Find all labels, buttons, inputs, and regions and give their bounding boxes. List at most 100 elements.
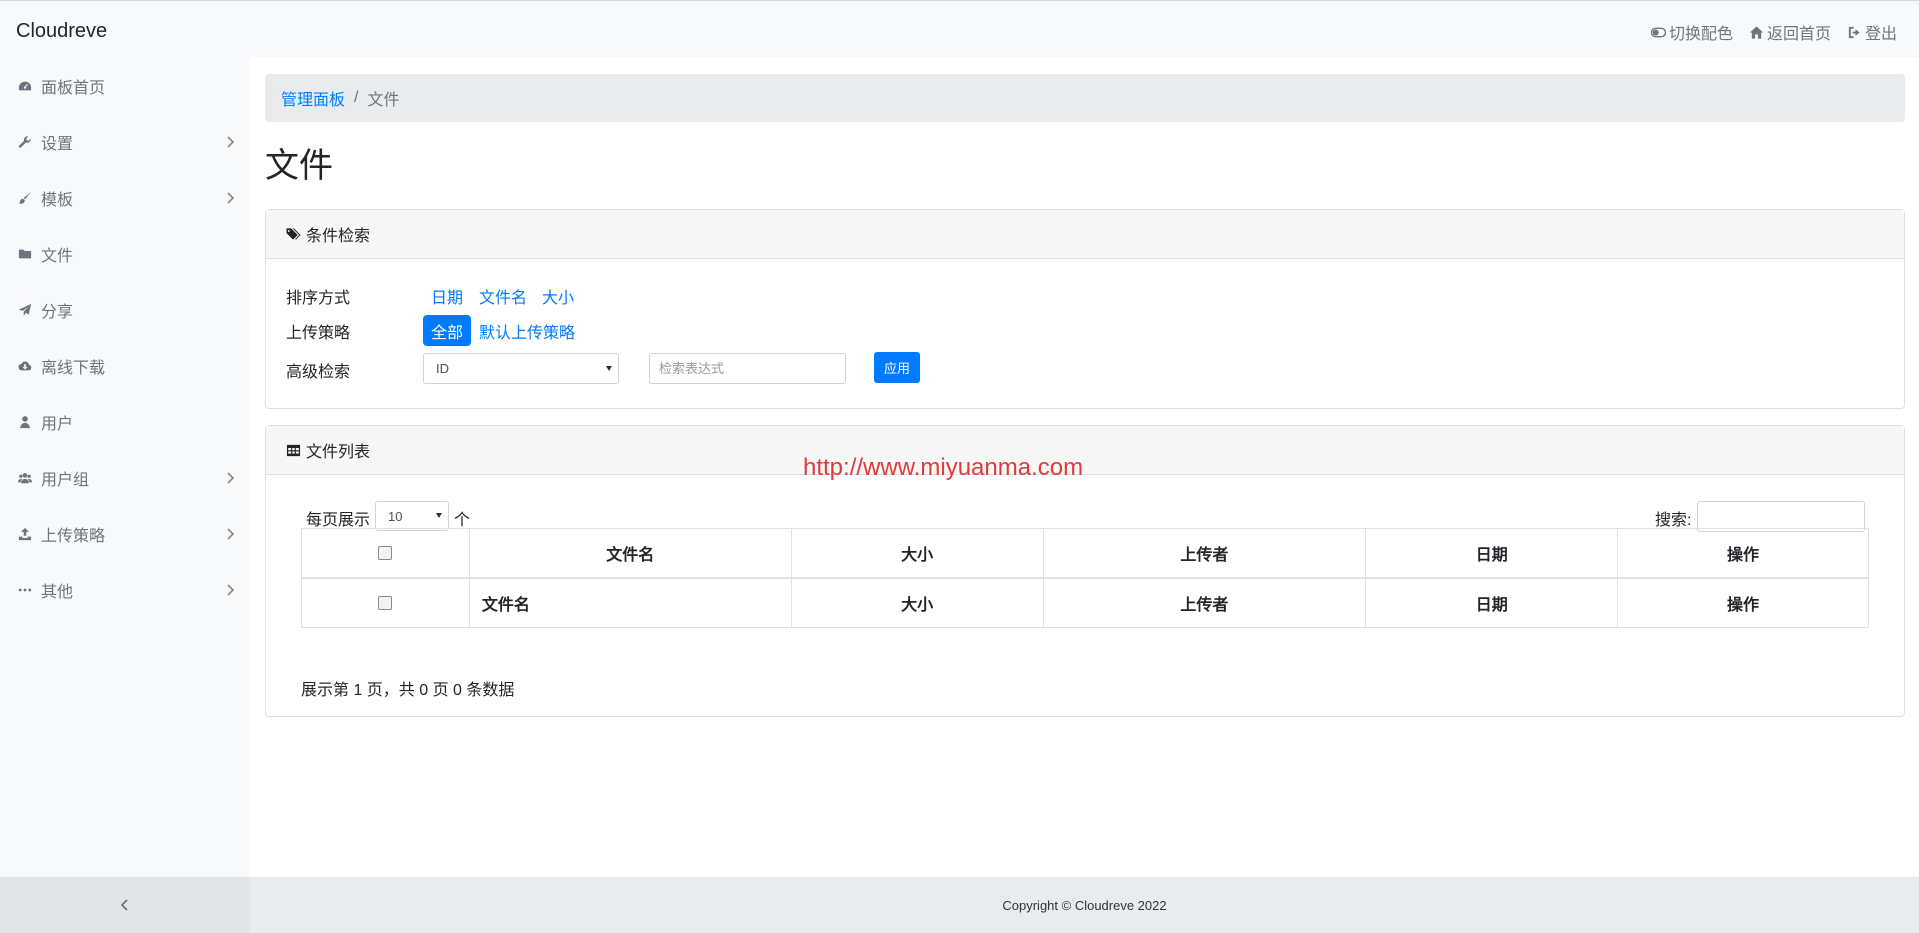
per-page-value: 10 <box>388 508 403 524</box>
column-header-date[interactable]: 日期 <box>1365 528 1619 579</box>
table-footer-row: 文件名 大小 上传者 日期 操作 <box>301 577 1869 628</box>
toggle-theme-link[interactable]: 切换配色 <box>1650 20 1733 44</box>
sidebar-item-label: 上传策略 <box>41 528 106 545</box>
chevron-right-icon <box>225 135 235 149</box>
filter-card-title: 条件检索 <box>306 228 371 245</box>
chevron-right-icon <box>225 527 235 541</box>
filter-card: 条件检索 排序方式 日期 文件名 大小 上传策略 全部 默认上传策略 高级检索 … <box>265 209 1905 409</box>
toggle-icon <box>1650 27 1666 37</box>
sidebar-item-label: 面板首页 <box>41 80 106 97</box>
sidebar-item-users[interactable]: 用户 <box>0 402 250 442</box>
dashboard-icon <box>18 79 36 93</box>
per-page-select[interactable]: 10 <box>375 501 449 531</box>
sidebar-item-label: 模板 <box>41 192 74 209</box>
search-label: 搜索: <box>1655 512 1692 529</box>
home-link[interactable]: 返回首页 <box>1749 20 1831 44</box>
sidebar-item-settings[interactable]: 设置 <box>0 122 250 162</box>
filter-card-header: 条件检索 <box>266 210 1904 259</box>
sidebar-item-label: 其他 <box>41 584 74 601</box>
sort-by-name-link[interactable]: 文件名 <box>479 284 527 308</box>
chevron-right-icon <box>225 471 235 485</box>
page-title: 文件 <box>265 147 333 185</box>
advanced-field-select[interactable]: ID <box>423 353 619 384</box>
cloud-download-icon <box>18 359 36 373</box>
pagination-summary: 展示第 1 页，共 0 页 0 条数据 <box>301 682 515 699</box>
file-table: 文件名 大小 上传者 日期 操作 文件名 大小 上传者 日期 操作 <box>301 528 1869 628</box>
logout-link[interactable]: 登出 <box>1847 20 1897 44</box>
sidebar-item-files[interactable]: 文件 <box>0 234 250 274</box>
sidebar-item-shares[interactable]: 分享 <box>0 290 250 330</box>
chevron-right-icon <box>225 191 235 205</box>
policy-all-button[interactable]: 全部 <box>423 315 471 346</box>
brand-logo[interactable]: Cloudreve <box>16 20 107 43</box>
file-list-card-title: 文件列表 <box>306 444 371 461</box>
policy-label: 上传策略 <box>286 325 351 342</box>
sidebar-item-label: 用户 <box>41 416 74 433</box>
dropdown-arrow-icon <box>606 365 612 371</box>
sidebar: 面板首页 设置 模板 文件 分享 离线下载 用户 用户组 上传策略 其他 <box>0 57 250 877</box>
column-footer-filename: 文件名 <box>468 577 792 628</box>
sidebar-item-label: 离线下载 <box>41 360 106 377</box>
tags-icon <box>286 227 301 240</box>
column-header-size[interactable]: 大小 <box>790 528 1044 579</box>
sidebar-item-user-groups[interactable]: 用户组 <box>0 458 250 498</box>
advanced-field-value: ID <box>436 361 449 376</box>
per-page-prefix: 每页展示 <box>306 512 371 529</box>
per-page-suffix: 个 <box>454 512 471 529</box>
logout-label: 登出 <box>1864 26 1897 43</box>
breadcrumb-separator: / <box>354 89 359 106</box>
dropdown-arrow-icon <box>436 513 442 518</box>
home-icon <box>1749 25 1764 39</box>
top-navbar: Cloudreve 切换配色 返回首页 登出 <box>0 0 1919 57</box>
apply-button[interactable]: 应用 <box>874 352 920 383</box>
upload-icon <box>18 527 36 541</box>
user-icon <box>18 415 36 429</box>
sidebar-collapse-button[interactable] <box>0 877 250 933</box>
select-all-checkbox[interactable] <box>378 545 393 560</box>
chevron-left-icon <box>120 899 128 911</box>
sidebar-item-offline-download[interactable]: 离线下载 <box>0 346 250 386</box>
users-icon <box>18 471 36 485</box>
breadcrumb: 管理面板 / 文件 <box>265 74 1905 122</box>
sidebar-item-label: 文件 <box>41 248 74 265</box>
page-footer: Copyright © Cloudreve 2022 <box>250 877 1919 933</box>
sign-out-icon <box>1848 26 1860 38</box>
column-footer-uploader: 上传者 <box>1042 577 1367 628</box>
sort-label: 排序方式 <box>286 290 351 307</box>
search-expression-input[interactable] <box>649 353 846 384</box>
chevron-right-icon <box>225 583 235 597</box>
column-footer-date: 日期 <box>1365 577 1619 628</box>
wrench-icon <box>18 135 36 149</box>
watermark-text: http://www.miyuanma.com <box>803 454 1084 481</box>
top-nav-links: 切换配色 返回首页 登出 <box>1650 20 1897 44</box>
toggle-theme-label: 切换配色 <box>1668 26 1733 43</box>
column-header-uploader[interactable]: 上传者 <box>1042 528 1367 579</box>
sidebar-item-label: 设置 <box>41 136 74 153</box>
sidebar-item-upload-policies[interactable]: 上传策略 <box>0 514 250 554</box>
table-header-row: 文件名 大小 上传者 日期 操作 <box>301 528 1869 579</box>
copyright-text: Copyright © Cloudreve 2022 <box>1002 897 1167 913</box>
home-label: 返回首页 <box>1766 26 1831 43</box>
sidebar-item-others[interactable]: 其他 <box>0 570 250 610</box>
column-footer-actions: 操作 <box>1617 577 1869 628</box>
sidebar-item-label: 用户组 <box>41 472 90 489</box>
column-footer-size: 大小 <box>790 577 1044 628</box>
sidebar-item-dashboard[interactable]: 面板首页 <box>0 66 250 106</box>
file-list-card-header: 文件列表 <box>266 426 1904 475</box>
ellipsis-icon <box>18 583 36 597</box>
select-all-footer-checkbox[interactable] <box>378 595 393 610</box>
send-icon <box>18 303 36 317</box>
breadcrumb-admin-link[interactable]: 管理面板 <box>281 86 345 110</box>
advanced-search-label: 高级检索 <box>286 364 351 381</box>
table-icon <box>286 444 301 456</box>
sort-by-size-link[interactable]: 大小 <box>542 284 574 308</box>
sort-by-date-link[interactable]: 日期 <box>431 284 463 308</box>
select-all-cell <box>301 528 470 579</box>
sidebar-item-templates[interactable]: 模板 <box>0 178 250 218</box>
column-header-actions: 操作 <box>1617 528 1869 579</box>
file-list-card: 文件列表 每页展示 10 个 搜索: 文件名 大小 上传者 日期 操作 文件名 <box>265 425 1905 717</box>
select-all-footer-cell <box>301 577 470 628</box>
column-header-filename[interactable]: 文件名 <box>468 528 792 579</box>
folder-icon <box>18 247 36 261</box>
policy-default-link[interactable]: 默认上传策略 <box>479 319 575 343</box>
